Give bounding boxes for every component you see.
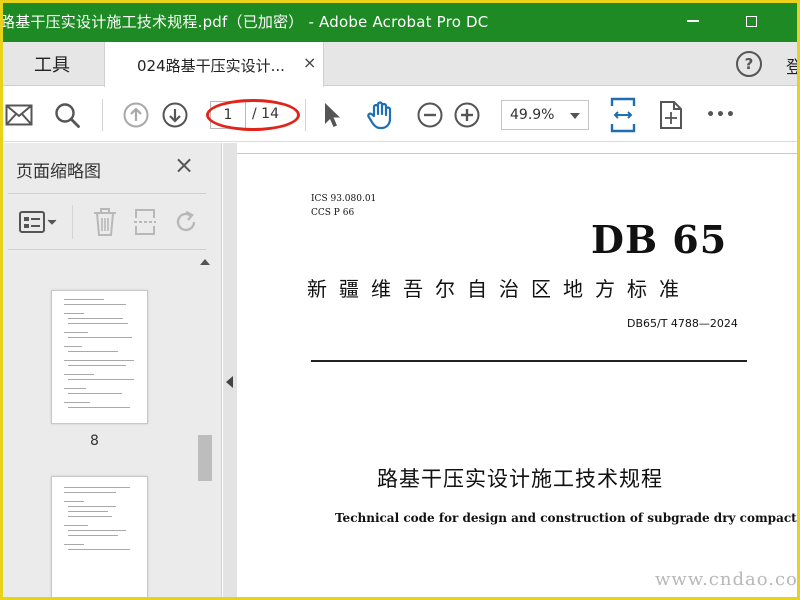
db-logo: DB 65 xyxy=(591,217,728,262)
tab-tools[interactable]: 工具 xyxy=(0,42,104,86)
maximize-icon xyxy=(745,15,757,27)
ccs-code: CCS P 66 xyxy=(311,208,355,218)
page-thumbnail[interactable] xyxy=(51,476,148,600)
zoom-level-select[interactable]: 49.9% xyxy=(501,100,589,130)
thumbnails-panel: 页面缩略图 × 8 xyxy=(0,143,222,600)
minimize-icon xyxy=(687,20,699,22)
previous-page-icon[interactable] xyxy=(122,101,150,129)
page-thumbnail[interactable] xyxy=(51,290,148,424)
standard-code: DB65/T 4788—2024 xyxy=(627,317,738,330)
sign-in-button[interactable]: 登 xyxy=(786,53,800,78)
panel-divider xyxy=(8,193,206,194)
panel-divider xyxy=(8,249,206,250)
standard-organization: 新疆维吾尔自治区地方标准 xyxy=(307,277,691,301)
trash-icon[interactable] xyxy=(90,207,120,237)
title-bar: 路基干压实设计施工技术规程.pdf（已加密） - Adobe Acrobat P… xyxy=(0,0,800,42)
chevron-left-icon[interactable] xyxy=(226,376,233,388)
document-tab-label: 024路基干压实设计... xyxy=(137,57,285,75)
document-title-chinese: 路基干压实设计施工技术规程 xyxy=(377,467,663,491)
window-title: 路基干压实设计施工技术规程.pdf（已加密） - Adobe Acrobat P… xyxy=(0,13,489,31)
document-title-english: Technical code for design and constructi… xyxy=(335,511,800,525)
tab-document[interactable]: 024路基干压实设计... × xyxy=(104,42,324,87)
fit-width-icon[interactable] xyxy=(608,97,638,133)
zoom-value: 49.9% xyxy=(510,107,555,123)
thumbnail-list: 8 xyxy=(8,253,194,600)
email-icon[interactable] xyxy=(4,101,34,129)
document-view[interactable]: ICS 93.080.01 CCS P 66 DB 65 新疆维吾尔自治区地方标… xyxy=(237,143,800,600)
hand-tool-icon[interactable] xyxy=(364,99,396,131)
panel-separator xyxy=(72,205,73,239)
toolbar-separator xyxy=(102,99,103,131)
close-tab-button[interactable]: × xyxy=(303,53,316,72)
maximize-button[interactable] xyxy=(728,0,774,42)
panel-title: 页面缩略图 xyxy=(16,162,101,182)
rotate-icon[interactable] xyxy=(172,207,202,237)
page-thumbnail-number: 8 xyxy=(90,433,99,449)
main-toolbar: 1 / 14 49.9% ••• xyxy=(0,87,800,142)
help-icon[interactable]: ? xyxy=(736,51,762,77)
page-number-input[interactable]: 1 xyxy=(210,101,246,129)
close-panel-button[interactable]: × xyxy=(174,153,194,177)
zoom-in-icon[interactable] xyxy=(453,101,481,129)
more-options-icon[interactable]: ••• xyxy=(706,103,736,127)
minimize-button[interactable] xyxy=(670,0,716,42)
tab-bar: 工具 024路基干压实设计... × ? 登 xyxy=(0,42,800,87)
thumbnail-options-icon[interactable] xyxy=(18,209,58,235)
panel-collapse-strip[interactable] xyxy=(223,143,237,600)
divider-rule xyxy=(311,360,747,362)
thumbnail-scrollbar[interactable] xyxy=(196,253,214,600)
extract-pages-icon[interactable] xyxy=(130,207,160,237)
search-icon[interactable] xyxy=(52,100,82,130)
scrollbar-thumb[interactable] xyxy=(198,435,212,481)
watermark: www.cndao.com xyxy=(655,569,800,590)
next-page-icon[interactable] xyxy=(161,101,189,129)
page-edge xyxy=(237,153,800,154)
toolbar-separator xyxy=(305,99,306,131)
zoom-out-icon[interactable] xyxy=(416,101,444,129)
ics-code: ICS 93.080.01 xyxy=(311,194,377,204)
select-cursor-icon[interactable] xyxy=(320,100,344,130)
chevron-down-icon xyxy=(570,113,580,119)
page-count: / 14 xyxy=(252,106,279,122)
scroll-up-icon[interactable] xyxy=(200,259,210,265)
page-layout-icon[interactable] xyxy=(657,99,685,131)
panel-toolbar xyxy=(0,197,222,249)
